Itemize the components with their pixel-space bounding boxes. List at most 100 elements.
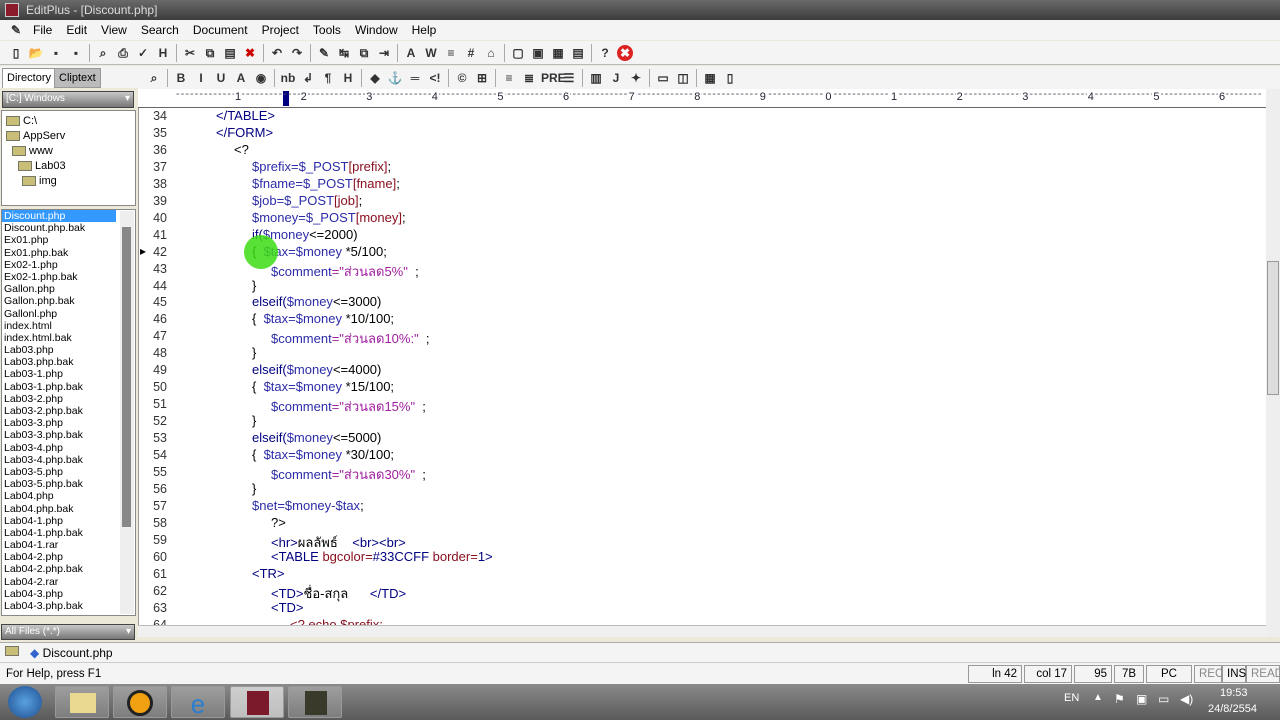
file-item[interactable]: Lab04-1.rar xyxy=(2,539,135,551)
bold-icon[interactable]: B xyxy=(173,70,189,86)
file-item[interactable]: Lab03.php.bak xyxy=(2,356,135,368)
file-item[interactable]: Lab04-1.php.bak xyxy=(2,527,135,539)
delete-icon[interactable]: ✖ xyxy=(242,45,258,61)
pre-icon[interactable]: PRE xyxy=(541,70,566,86)
line-numbers-icon[interactable]: ≡ xyxy=(443,45,459,61)
spell-check-icon[interactable]: ✓ xyxy=(135,45,151,61)
javascript-icon[interactable]: J xyxy=(608,70,624,86)
undo-icon[interactable]: ↶ xyxy=(269,45,285,61)
taskbar-editplus[interactable] xyxy=(230,686,284,718)
document-icon[interactable]: ✎ xyxy=(8,22,24,38)
file-item[interactable]: Lab04.php xyxy=(2,490,135,502)
font-icon[interactable]: A xyxy=(233,70,249,86)
menu-tools[interactable]: Tools xyxy=(306,23,348,37)
file-item[interactable]: Discount.php xyxy=(2,210,116,223)
tree-node[interactable]: www xyxy=(12,145,53,157)
action-center-flag-icon[interactable]: ⚑ xyxy=(1114,692,1125,706)
break-icon[interactable]: ↲ xyxy=(300,70,316,86)
indent-icon[interactable]: ⇥ xyxy=(376,45,392,61)
file-item[interactable]: Lab03-1.php.bak xyxy=(2,381,135,393)
taskbar-app[interactable] xyxy=(288,686,342,718)
file-item[interactable]: Lab03-4.php.bak xyxy=(2,454,135,466)
close-icon[interactable]: ✖ xyxy=(617,44,633,61)
menu-document[interactable]: Document xyxy=(186,23,255,37)
file-item[interactable]: Gallonl.php xyxy=(2,308,135,320)
file-item[interactable]: Discount.php.bak xyxy=(2,222,135,234)
open-icon[interactable]: 📂 xyxy=(28,45,44,61)
tree-node[interactable]: Lab03 xyxy=(18,160,66,172)
clock-time[interactable]: 19:53 xyxy=(1220,687,1248,699)
file-item[interactable]: Ex01.php.bak xyxy=(2,247,135,259)
heading-icon[interactable]: H xyxy=(340,70,356,86)
network-icon[interactable]: ▭ xyxy=(1158,692,1169,706)
menu-window[interactable]: Window xyxy=(348,23,405,37)
doc-tab-discount[interactable]: ◆ Discount.php xyxy=(30,646,113,660)
new-file-icon[interactable]: ▯ xyxy=(8,45,24,61)
file-filter-select[interactable]: All Files (*.*) ▾ xyxy=(1,624,135,640)
underline-icon[interactable]: U xyxy=(213,70,229,86)
scroll-thumb[interactable] xyxy=(1267,261,1279,395)
file-list-scrollbar[interactable] xyxy=(120,211,134,614)
language-indicator[interactable]: EN xyxy=(1064,692,1079,704)
color-icon[interactable]: ◉ xyxy=(253,70,269,86)
list-icon[interactable]: ☰ xyxy=(561,70,577,86)
file-properties-icon[interactable]: ⌂ xyxy=(483,45,499,61)
align-icon[interactable]: ≣ xyxy=(521,70,537,86)
file-item[interactable]: Lab03-1.php xyxy=(2,368,135,380)
paragraph-icon[interactable]: ¶ xyxy=(320,70,336,86)
save-all-icon[interactable]: ▪ xyxy=(68,45,84,61)
file-item[interactable]: Lab03-3.php.bak xyxy=(2,429,135,441)
help-icon[interactable]: ? xyxy=(597,45,613,61)
file-item[interactable]: Ex01.php xyxy=(2,234,135,246)
file-item[interactable]: Ex02-1.php xyxy=(2,259,135,271)
clipboard-icon[interactable]: ⧉ xyxy=(356,45,372,61)
image-icon[interactable]: ◆ xyxy=(367,70,383,86)
tab-directory[interactable]: Directory xyxy=(2,68,57,88)
vertical-scrollbar[interactable] xyxy=(1266,89,1280,637)
comment-icon[interactable]: <! xyxy=(427,70,443,86)
hex-icon[interactable]: # xyxy=(463,45,479,61)
menu-search[interactable]: Search xyxy=(134,23,186,37)
scroll-thumb[interactable] xyxy=(122,227,131,527)
nbsp-icon[interactable]: nb xyxy=(280,70,296,86)
window-icon[interactable]: ▯ xyxy=(722,70,738,86)
code-editor[interactable]: 34 </TABLE> 35 </FORM> 36 <? 37 $prefix=$_POST[… xyxy=(138,108,1266,625)
file-item[interactable]: Lab04-1.php xyxy=(2,515,135,527)
tab-cliptext[interactable]: Cliptext xyxy=(54,68,101,88)
drive-select[interactable]: [C:] Windows ▾ xyxy=(2,91,134,108)
file-item[interactable]: Lab03-3.php xyxy=(2,417,135,429)
layout-2-icon[interactable]: ▣ xyxy=(530,45,546,61)
file-item[interactable]: Gallon.php.bak xyxy=(2,295,135,307)
layout-1-icon[interactable]: ▢ xyxy=(510,45,526,61)
file-item[interactable]: Lab04-2.php.bak xyxy=(2,563,135,575)
menu-view[interactable]: View xyxy=(94,23,134,37)
special-char-icon[interactable]: © xyxy=(454,70,470,86)
highlight-icon[interactable]: ✎ xyxy=(316,45,332,61)
italic-icon[interactable]: I xyxy=(193,70,209,86)
menu-file[interactable]: File xyxy=(26,23,59,37)
paste-icon[interactable]: ▤ xyxy=(222,45,238,61)
file-item[interactable]: Lab04-3.php xyxy=(2,588,135,600)
tree-node[interactable]: AppServ xyxy=(6,130,65,142)
menu-help[interactable]: Help xyxy=(405,23,444,37)
color-picker-icon[interactable]: ▦ xyxy=(702,70,718,86)
copy-icon[interactable]: ⧉ xyxy=(202,45,218,61)
file-item[interactable]: Lab03.php xyxy=(2,344,135,356)
horizontal-scrollbar[interactable] xyxy=(138,625,1266,637)
print-preview-icon[interactable]: ⌕ xyxy=(95,45,111,61)
anchor-icon[interactable]: ⚓ xyxy=(387,70,403,86)
folder-icon[interactable] xyxy=(5,646,19,656)
print-icon[interactable]: ⎙ xyxy=(115,45,131,61)
file-item[interactable]: Ex02-1.php.bak xyxy=(2,271,135,283)
hr-icon[interactable]: ═ xyxy=(407,70,423,86)
file-item[interactable]: index.html.bak xyxy=(2,332,135,344)
volume-icon[interactable]: ◀) xyxy=(1180,692,1193,706)
file-item[interactable]: Lab03-4.php xyxy=(2,442,135,454)
html-preview-icon[interactable]: H xyxy=(155,45,171,61)
form-icon[interactable]: ▥ xyxy=(588,70,604,86)
cut-icon[interactable]: ✂ xyxy=(182,45,198,61)
html-browser-icon[interactable]: ⌕ xyxy=(146,70,162,86)
tree-node[interactable]: C:\ xyxy=(6,115,37,127)
save-icon[interactable]: ▪ xyxy=(48,45,64,61)
show-hidden-icons-icon[interactable]: ▲ xyxy=(1093,692,1103,703)
